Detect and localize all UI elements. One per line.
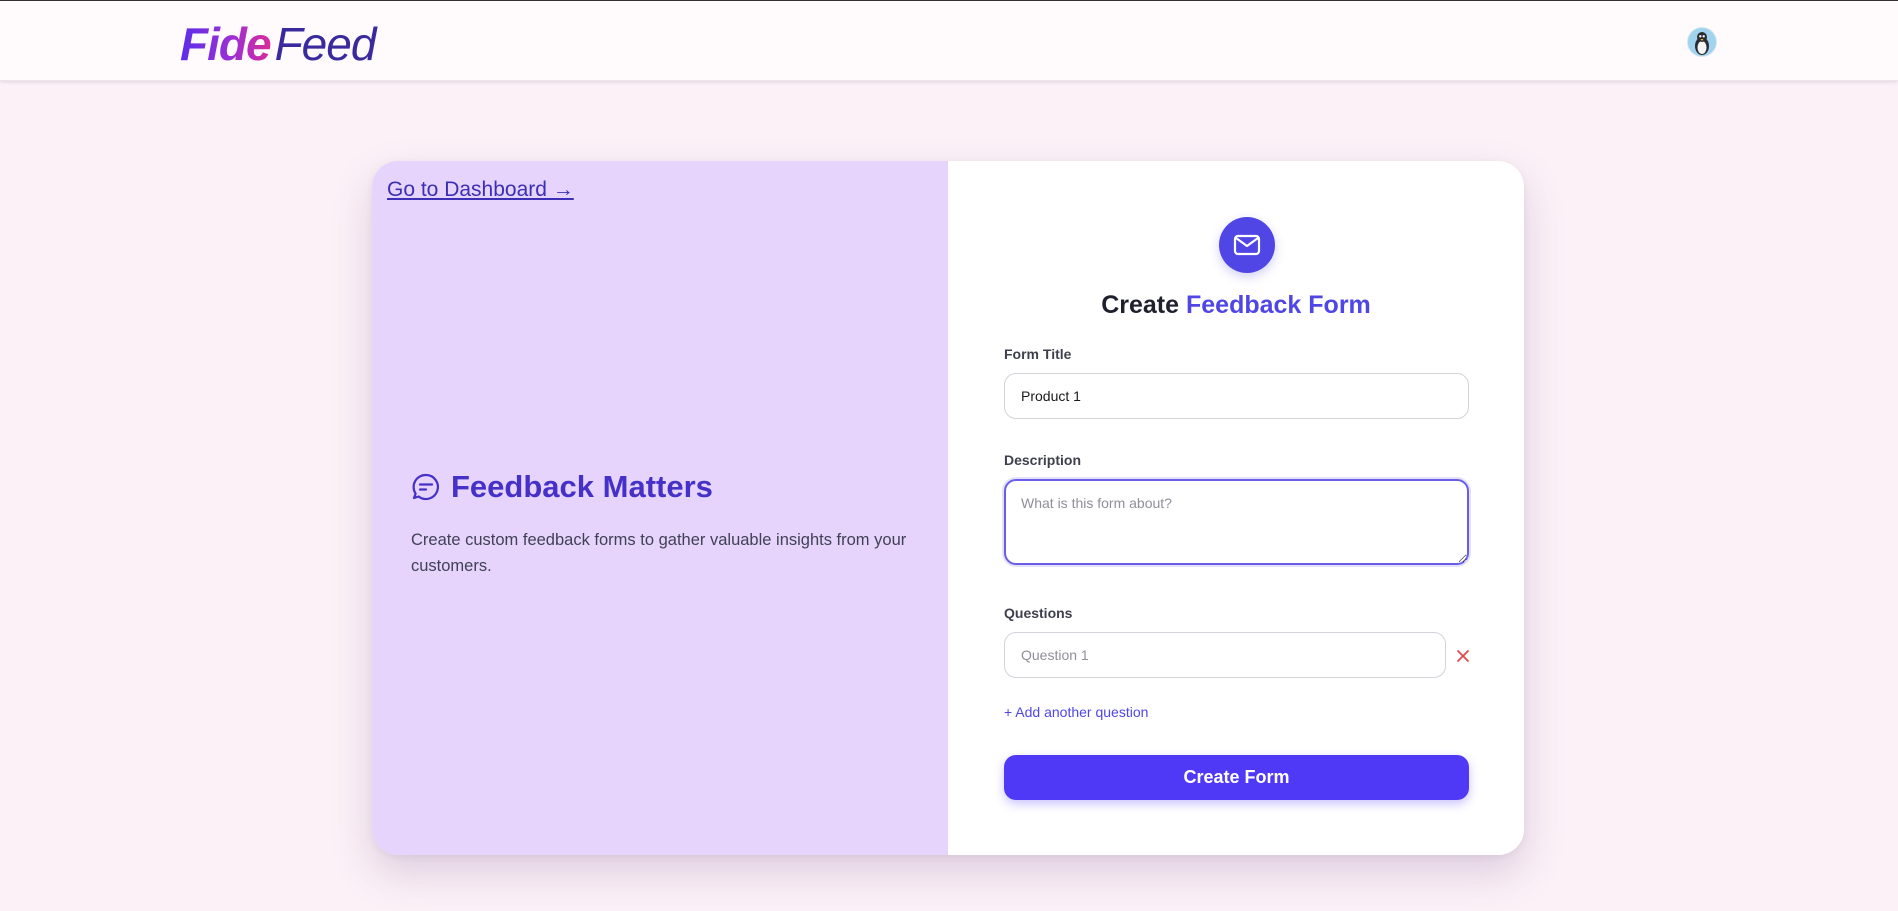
promo-heading: Feedback Matters xyxy=(411,469,911,505)
logo-fide-text: Fide xyxy=(180,18,272,70)
remove-question-button[interactable] xyxy=(1452,645,1474,667)
logo-feed-text: Feed xyxy=(274,18,377,70)
message-bubble-icon xyxy=(412,473,439,501)
question-1-input[interactable] xyxy=(1004,632,1446,678)
form-heading: Create Feedback Form xyxy=(948,291,1524,320)
close-icon xyxy=(1457,650,1469,662)
app-logo[interactable]: FideFeed xyxy=(180,17,377,71)
form-title-label: Form Title xyxy=(1004,346,1072,362)
user-avatar[interactable] xyxy=(1687,27,1717,57)
mail-icon xyxy=(1233,234,1261,256)
go-to-dashboard-link[interactable]: Go to Dashboard → xyxy=(387,178,574,202)
top-navbar: FideFeed xyxy=(0,1,1898,81)
info-panel: Go to Dashboard → Feedback Matters Creat… xyxy=(372,161,948,855)
form-heading-accent: Feedback Form xyxy=(1186,291,1371,319)
create-form-button[interactable]: Create Form xyxy=(1004,755,1469,800)
mail-badge xyxy=(1219,217,1275,273)
create-form-card: Go to Dashboard → Feedback Matters Creat… xyxy=(372,161,1524,855)
description-label: Description xyxy=(1004,452,1082,468)
promo-description: Create custom feedback forms to gather v… xyxy=(411,531,907,575)
form-title-input[interactable] xyxy=(1004,373,1469,419)
promo-title: Feedback Matters xyxy=(451,469,713,504)
questions-label: Questions xyxy=(1004,605,1073,621)
form-panel: Create Feedback Form Form Title Descript… xyxy=(948,161,1524,855)
description-textarea[interactable] xyxy=(1004,479,1469,565)
form-heading-prefix: Create xyxy=(1101,291,1180,319)
penguin-avatar-icon xyxy=(1695,32,1709,55)
add-question-link[interactable]: + Add another question xyxy=(1004,704,1148,720)
promo-block: Feedback Matters Create custom feedback … xyxy=(411,469,911,579)
